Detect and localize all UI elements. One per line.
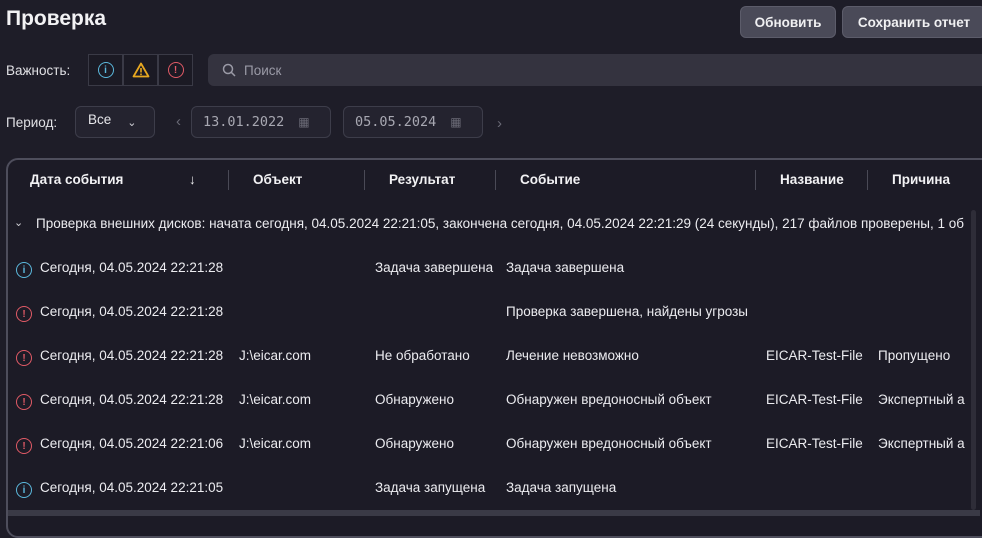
cell-reason: Пропущено xyxy=(878,348,951,363)
error-icon: ! xyxy=(16,306,32,322)
error-icon: ! xyxy=(16,350,32,366)
cell-date: Сегодня, 04.05.2024 22:21:28 xyxy=(40,348,224,363)
period-select[interactable]: Все ⌄ xyxy=(75,106,155,138)
info-icon: i xyxy=(16,262,32,278)
error-icon: ! xyxy=(167,62,184,78)
cell-event: Задача запущена xyxy=(506,480,617,495)
cell-reason: Экспертный а xyxy=(878,392,965,407)
group-row-summary[interactable]: Проверка внешних дисков: начата сегодня,… xyxy=(36,216,970,231)
cell-event: Обнаружен вредоносный объект xyxy=(506,392,712,407)
cell-name: EICAR-Test-File xyxy=(766,392,863,407)
cell-event: Задача завершена xyxy=(506,260,625,275)
cell-result: Обнаружено xyxy=(375,392,454,407)
save-report-button[interactable]: Сохранить отчет xyxy=(842,6,982,38)
severity-info-toggle[interactable]: i xyxy=(88,54,123,86)
column-header-object[interactable]: Объект xyxy=(253,172,302,187)
vertical-scrollbar[interactable] xyxy=(971,210,976,510)
refresh-button[interactable]: Обновить xyxy=(740,6,836,38)
column-divider[interactable] xyxy=(755,170,756,190)
cell-date: Сегодня, 04.05.2024 22:21:05 xyxy=(40,480,224,495)
cell-result: Задача запущена xyxy=(375,480,486,495)
cell-result: Задача завершена xyxy=(375,260,494,275)
date-to-input[interactable]: 05.05.2024 ▦ xyxy=(343,106,483,138)
column-divider[interactable] xyxy=(228,170,229,190)
column-divider[interactable] xyxy=(495,170,496,190)
cell-name: EICAR-Test-File xyxy=(766,436,863,451)
horizontal-scrollbar[interactable] xyxy=(8,510,980,516)
cell-object: J:\eicar.com xyxy=(239,392,312,407)
info-icon: i xyxy=(97,62,114,78)
search-input[interactable]: Поиск xyxy=(208,54,982,86)
page-title: Проверка xyxy=(6,7,107,30)
cell-event: Лечение невозможно xyxy=(506,348,639,363)
severity-warning-toggle[interactable] xyxy=(123,54,158,86)
info-icon: i xyxy=(16,482,32,498)
cell-reason: Экспертный а xyxy=(878,436,965,451)
period-label: Период: xyxy=(6,115,58,130)
cell-date: Сегодня, 04.05.2024 22:21:28 xyxy=(40,392,224,407)
date-from-input[interactable]: 13.01.2022 ▦ xyxy=(191,106,331,138)
cell-event: Проверка завершена, найдены угрозы xyxy=(506,304,748,319)
calendar-icon[interactable]: ▦ xyxy=(450,115,461,129)
column-header-reason[interactable]: Причина xyxy=(892,172,950,187)
search-icon xyxy=(222,63,236,77)
prev-period-icon[interactable]: ‹ xyxy=(176,113,181,130)
sort-descending-icon[interactable]: ↓ xyxy=(189,172,196,187)
period-value: Все xyxy=(88,111,112,127)
column-header-event[interactable]: Событие xyxy=(520,172,580,187)
cell-result: Не обработано xyxy=(375,348,470,363)
cell-object: J:\eicar.com xyxy=(239,348,312,363)
date-to-value: 05.05.2024 xyxy=(355,114,437,130)
cell-date: Сегодня, 04.05.2024 22:21:06 xyxy=(40,436,224,451)
error-icon: ! xyxy=(16,394,32,410)
column-header-date[interactable]: Дата события xyxy=(30,172,123,187)
calendar-icon[interactable]: ▦ xyxy=(298,115,309,129)
chevron-down-icon: ⌄ xyxy=(127,116,137,129)
severity-label: Важность: xyxy=(6,63,71,78)
date-from-value: 13.01.2022 xyxy=(203,114,285,130)
warning-icon xyxy=(132,62,149,78)
collapse-group-icon[interactable]: ⌄ xyxy=(14,216,23,229)
column-header-result[interactable]: Результат xyxy=(389,172,455,187)
search-placeholder: Поиск xyxy=(244,62,282,78)
error-icon: ! xyxy=(16,438,32,454)
cell-object: J:\eicar.com xyxy=(239,436,312,451)
cell-date: Сегодня, 04.05.2024 22:21:28 xyxy=(40,304,224,319)
cell-result: Обнаружено xyxy=(375,436,454,451)
cell-name: EICAR-Test-File xyxy=(766,348,863,363)
cell-date: Сегодня, 04.05.2024 22:21:28 xyxy=(40,260,224,275)
column-divider[interactable] xyxy=(364,170,365,190)
severity-error-toggle[interactable]: ! xyxy=(158,54,193,86)
next-period-icon[interactable]: › xyxy=(497,115,502,132)
cell-event: Обнаружен вредоносный объект xyxy=(506,436,712,451)
column-header-name[interactable]: Название xyxy=(780,172,844,187)
column-divider[interactable] xyxy=(867,170,868,190)
